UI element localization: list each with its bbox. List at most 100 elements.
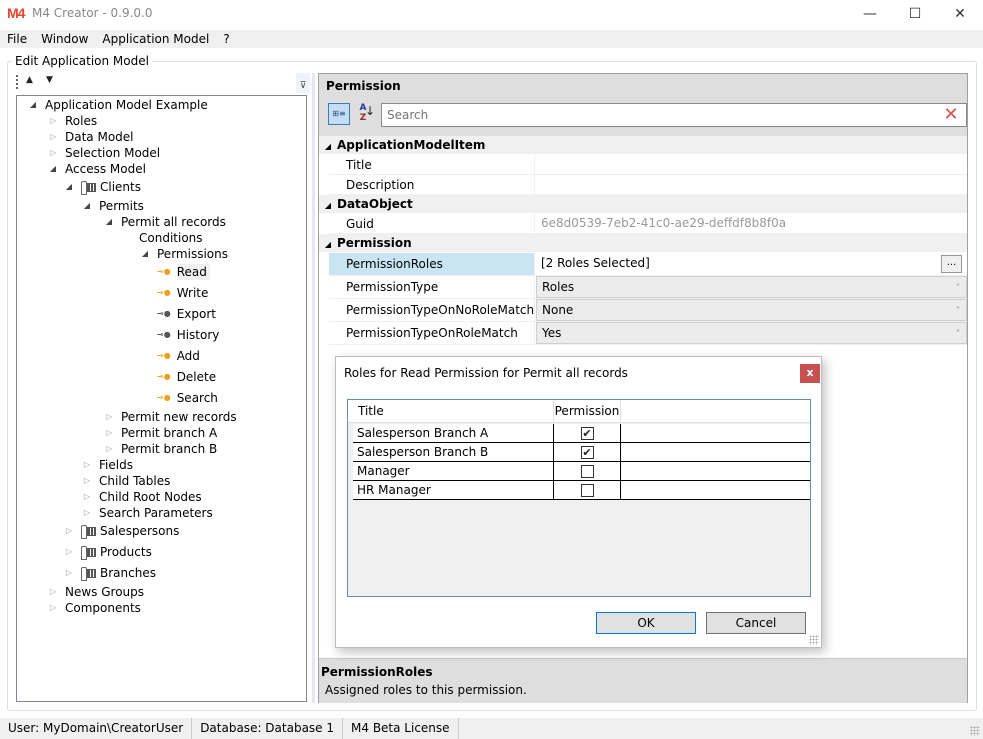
tree-node[interactable]: ▷ Permit branch B xyxy=(103,441,217,457)
cancel-button[interactable]: Cancel xyxy=(706,612,806,634)
collapse-icon[interactable]: ◢ xyxy=(103,214,115,230)
toolbar-grip[interactable] xyxy=(16,75,19,89)
collapse-icon[interactable]: ◢ xyxy=(27,97,39,113)
window-resize-grip[interactable] xyxy=(970,726,980,736)
tree-node[interactable]: ▷ Child Root Nodes xyxy=(81,489,202,505)
collapse-icon[interactable]: ◢ xyxy=(319,138,337,156)
table-row[interactable]: Salesperson Branch B ✔ xyxy=(353,443,810,462)
menu-help[interactable]: ? xyxy=(216,30,236,48)
collapse-icon[interactable]: ◢ xyxy=(47,161,59,177)
expand-icon[interactable]: ▷ xyxy=(103,409,115,425)
expand-icon[interactable]: ▷ xyxy=(81,489,93,505)
expand-icon[interactable]: ▷ xyxy=(103,425,115,441)
property-row[interactable]: Description xyxy=(329,175,967,195)
property-row[interactable]: Title xyxy=(329,155,967,175)
tree-node[interactable]: ◢ Access Model xyxy=(47,161,146,177)
menu-window[interactable]: Window xyxy=(34,30,95,48)
permission-checkbox[interactable] xyxy=(580,464,594,478)
property-row[interactable]: Guid 6e8d0539-7eb2-41c0-ae29-deffdf8b8f0a xyxy=(329,214,967,234)
property-row[interactable]: PermissionTypeOnRoleMatch Yes ˅ xyxy=(329,322,967,345)
tree-node[interactable]: ▷ Child Tables xyxy=(81,473,170,489)
tree-node[interactable]: Conditions xyxy=(121,230,203,246)
expand-icon[interactable]: ▷ xyxy=(47,129,59,145)
tree-node[interactable]: ◢ Clients xyxy=(63,179,141,195)
chevron-down-icon[interactable]: ˅ xyxy=(956,277,960,298)
menu-file[interactable]: File xyxy=(0,30,34,48)
tree-node[interactable]: ⊸● Export xyxy=(157,306,216,322)
column-header-permission[interactable]: Permission xyxy=(554,400,621,423)
tree-node[interactable]: ⊸● Delete xyxy=(157,369,216,385)
tree-node[interactable]: ◢ Permit all records xyxy=(103,214,226,230)
move-down-icon[interactable]: ▼ xyxy=(46,75,53,85)
expand-icon[interactable]: ▷ xyxy=(81,457,93,473)
close-button[interactable]: ✕ xyxy=(937,0,983,28)
property-row[interactable]: PermissionType Roles ˅ xyxy=(329,276,967,299)
property-row[interactable]: PermissionTypeOnNoRoleMatch None ˅ xyxy=(329,299,967,322)
property-value[interactable]: None ˅ xyxy=(536,299,967,321)
minimize-button[interactable]: — xyxy=(847,0,893,28)
property-value[interactable] xyxy=(536,175,967,194)
column-header-title[interactable]: Title xyxy=(353,400,554,423)
chevron-down-icon[interactable]: ˅ xyxy=(956,323,960,344)
tree-node[interactable]: ◢ Permits xyxy=(81,198,144,214)
permission-checkbox[interactable] xyxy=(580,483,594,497)
tree-node[interactable]: ▷ Selection Model xyxy=(47,145,160,161)
collapse-icon[interactable]: ◢ xyxy=(319,236,337,254)
permission-checkbox[interactable]: ✔ xyxy=(580,445,594,459)
maximize-button[interactable]: ☐ xyxy=(892,0,938,28)
table-row[interactable]: HR Manager xyxy=(353,481,810,500)
tree-node[interactable]: ▷ Fields xyxy=(81,457,133,473)
tree-node[interactable]: ▷ News Groups xyxy=(47,584,144,600)
property-value[interactable]: Roles ˅ xyxy=(536,276,967,298)
tree-node[interactable]: ▷ Products xyxy=(63,544,152,560)
property-category[interactable]: ◢ Permission xyxy=(319,234,967,252)
chevron-down-icon[interactable]: ˅ xyxy=(956,300,960,321)
tree-node[interactable]: ▷ Data Model xyxy=(47,129,134,145)
collapse-icon[interactable]: ◢ xyxy=(81,198,93,214)
dialog-resize-grip[interactable] xyxy=(809,635,819,645)
ok-button[interactable]: OK xyxy=(596,612,696,634)
property-value[interactable] xyxy=(536,155,967,174)
property-value[interactable]: 6e8d0539-7eb2-41c0-ae29-deffdf8b8f0a xyxy=(536,214,967,233)
table-row[interactable]: Salesperson Branch A ✔ xyxy=(353,424,810,443)
alphabetical-sort-button[interactable]: A Z ↓ xyxy=(352,103,376,125)
tree-node[interactable]: ▷ Search Parameters xyxy=(81,505,213,521)
edit-roles-button[interactable]: ... xyxy=(941,255,962,273)
tree-node[interactable]: ▷ Permit new records xyxy=(103,409,237,425)
expand-icon[interactable]: ▷ xyxy=(63,523,75,539)
collapse-icon[interactable]: ◢ xyxy=(139,246,151,262)
property-value[interactable]: Yes ˅ xyxy=(536,322,967,344)
splitter[interactable] xyxy=(312,73,315,703)
clear-search-icon[interactable]: ✕ xyxy=(941,105,961,125)
property-value[interactable]: [2 Roles Selected]... xyxy=(536,253,967,275)
menu-application-model[interactable]: Application Model xyxy=(95,30,216,48)
property-category[interactable]: ◢ ApplicationModelItem xyxy=(319,136,967,154)
tree-node[interactable]: ▷ Permit branch A xyxy=(103,425,217,441)
model-tree[interactable]: ◢ Application Model Example ▷ Roles ▷ Data Mo… xyxy=(16,95,307,702)
toolbar-overflow-button[interactable]: ⊽ xyxy=(296,73,310,93)
expand-icon[interactable]: ▷ xyxy=(81,473,93,489)
expand-icon[interactable]: ▷ xyxy=(81,505,93,521)
property-row[interactable]: PermissionRoles [2 Roles Selected]... xyxy=(329,253,967,276)
tree-node[interactable]: ▷ Salespersons xyxy=(63,523,179,539)
table-row[interactable]: Manager xyxy=(353,462,810,481)
tree-node[interactable]: ▷ Roles xyxy=(47,113,97,129)
expand-icon[interactable]: ▷ xyxy=(103,441,115,457)
tree-node[interactable]: ▷ Branches xyxy=(63,565,156,581)
collapse-icon[interactable]: ◢ xyxy=(63,179,75,195)
expand-icon[interactable]: ▷ xyxy=(47,145,59,161)
tree-node[interactable]: ◢ Permissions xyxy=(139,246,228,262)
expand-icon[interactable]: ▷ xyxy=(47,584,59,600)
tree-node[interactable]: ▷ Components xyxy=(47,600,141,616)
permission-checkbox[interactable]: ✔ xyxy=(580,426,594,440)
expand-icon[interactable]: ▷ xyxy=(47,113,59,129)
expand-icon[interactable]: ▷ xyxy=(63,565,75,581)
dialog-close-button[interactable]: x xyxy=(800,364,820,383)
tree-node[interactable]: ⊸● Read xyxy=(157,264,210,280)
collapse-icon[interactable]: ◢ xyxy=(319,197,337,215)
tree-node[interactable]: ⊸● Write xyxy=(157,285,208,301)
expand-icon[interactable]: ▷ xyxy=(63,544,75,560)
tree-node[interactable]: ⊸● History xyxy=(157,327,219,343)
categorized-view-button[interactable]: ⊞≡ xyxy=(328,103,350,125)
move-up-icon[interactable]: ▲ xyxy=(26,75,33,85)
